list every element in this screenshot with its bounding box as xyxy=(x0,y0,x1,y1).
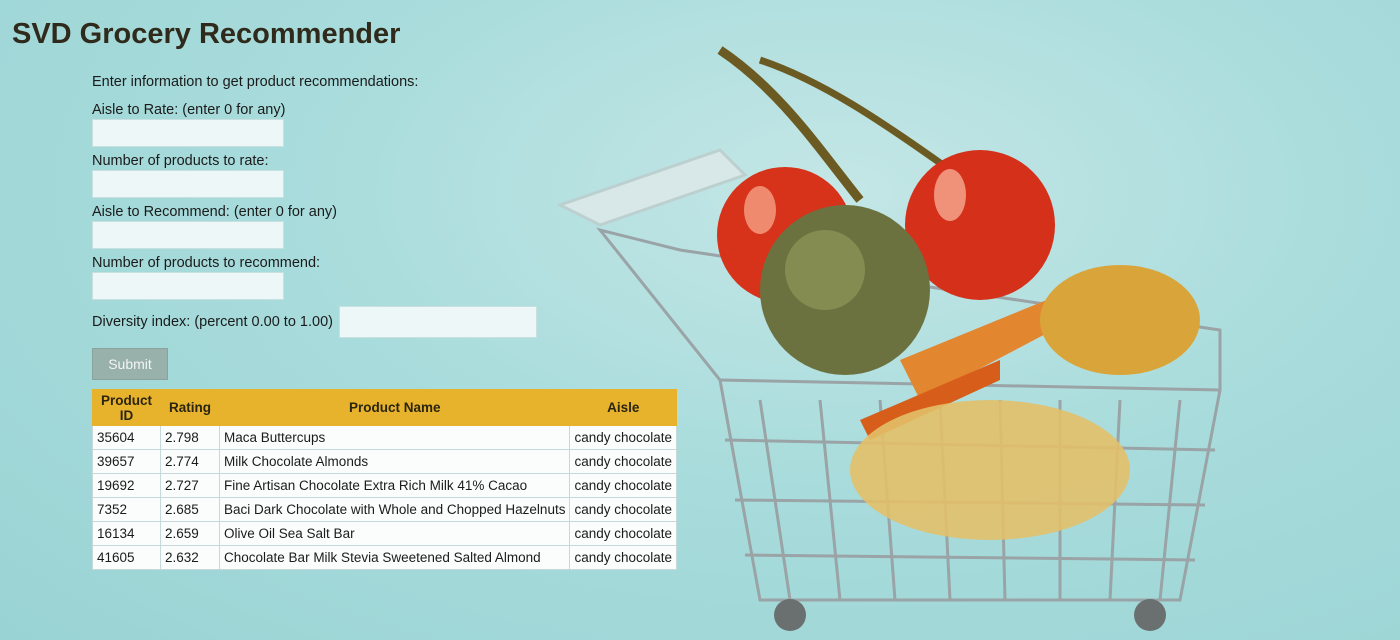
product-id-cell: 19692 xyxy=(91,473,162,498)
product-name-cell: Fine Artisan Chocolate Extra Rich Milk 4… xyxy=(219,473,571,498)
rating-cell: 2.727 xyxy=(160,473,221,498)
product-id-cell: 39657 xyxy=(91,449,162,474)
table-header-row: Product ID Rating Product Name Aisle xyxy=(91,389,678,426)
rating-cell: 2.632 xyxy=(160,545,221,570)
aisle-cell: candy chocolate xyxy=(569,497,678,522)
aisle-cell: candy chocolate xyxy=(569,449,678,474)
product-name-cell: Baci Dark Chocolate with Whole and Chopp… xyxy=(219,497,571,522)
table-row: 16134 2.659 Olive Oil Sea Salt Bar candy… xyxy=(91,521,678,546)
table-row: 7352 2.685 Baci Dark Chocolate with Whol… xyxy=(91,497,678,522)
product-id-cell: 35604 xyxy=(91,425,162,450)
form-intro: Enter information to get product recomme… xyxy=(92,74,419,90)
rating-cell: 2.798 xyxy=(160,425,221,450)
diversity-index-input[interactable] xyxy=(338,306,537,338)
diversity-row: Diversity index: (percent 0.00 to 1.00) xyxy=(92,306,552,338)
products-to-rate-input[interactable] xyxy=(92,170,284,198)
header-aisle: Aisle xyxy=(569,389,678,426)
products-to-rate-label: Number of products to rate: xyxy=(92,153,269,169)
recommendations-table: Product ID Rating Product Name Aisle 356… xyxy=(91,389,678,570)
product-name-cell: Chocolate Bar Milk Stevia Sweetened Salt… xyxy=(219,545,571,570)
aisle-cell: candy chocolate xyxy=(569,425,678,450)
header-product-id: Product ID xyxy=(91,389,162,426)
product-name-cell: Milk Chocolate Almonds xyxy=(219,449,571,474)
aisle-to-rate-input[interactable] xyxy=(92,119,284,147)
rating-cell: 2.659 xyxy=(160,521,221,546)
aisle-cell: candy chocolate xyxy=(569,473,678,498)
aisle-to-recommend-input[interactable] xyxy=(92,221,284,249)
product-name-cell: Maca Buttercups xyxy=(219,425,571,450)
page-title: SVD Grocery Recommender xyxy=(12,18,401,50)
recommendation-form: Enter information to get product recomme… xyxy=(92,70,552,380)
diversity-index-label: Diversity index: (percent 0.00 to 1.00) xyxy=(92,314,333,330)
products-to-recommend-input[interactable] xyxy=(92,272,284,300)
products-to-recommend-label: Number of products to recommend: xyxy=(92,255,321,271)
table-row: 41605 2.632 Chocolate Bar Milk Stevia Sw… xyxy=(91,545,678,570)
table-row: 39657 2.774 Milk Chocolate Almonds candy… xyxy=(91,449,678,474)
product-id-cell: 41605 xyxy=(91,545,162,570)
aisle-to-rate-label: Aisle to Rate: (enter 0 for any) xyxy=(92,102,286,118)
product-id-cell: 16134 xyxy=(91,521,162,546)
product-name-cell: Olive Oil Sea Salt Bar xyxy=(219,521,571,546)
aisle-cell: candy chocolate xyxy=(569,521,678,546)
header-rating: Rating xyxy=(160,389,221,426)
aisle-to-recommend-label: Aisle to Recommend: (enter 0 for any) xyxy=(92,204,337,220)
table-row: 35604 2.798 Maca Buttercups candy chocol… xyxy=(91,425,678,450)
header-product-name: Product Name xyxy=(219,389,571,426)
rating-cell: 2.685 xyxy=(160,497,221,522)
table-row: 19692 2.727 Fine Artisan Chocolate Extra… xyxy=(91,473,678,498)
rating-cell: 2.774 xyxy=(160,449,221,474)
aisle-cell: candy chocolate xyxy=(569,545,678,570)
submit-button[interactable]: Submit xyxy=(92,348,168,380)
product-id-cell: 7352 xyxy=(91,497,162,522)
